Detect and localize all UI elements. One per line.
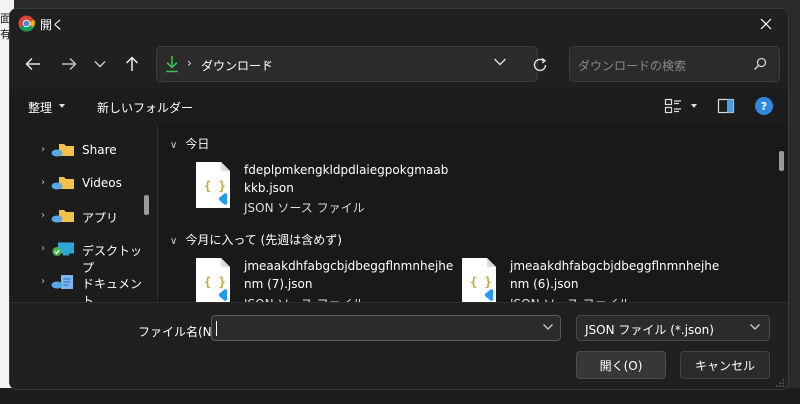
file-name: jmeaakdhfabgcbjdbeggflnmnhejhenm (6).jso… [510,259,720,291]
view-options-icon[interactable] [664,97,682,115]
chevron-right-icon[interactable]: › [41,177,45,188]
chevron-right-icon[interactable]: › [41,276,45,287]
recent-locations-button[interactable] [86,51,114,77]
sidebar-item-label: アプリ [82,211,119,225]
chevron-down-icon[interactable] [542,322,554,332]
open-button[interactable]: 開く(O) [576,351,666,379]
svg-text:{ }: { } [204,275,226,289]
arrow-right-icon [62,57,77,71]
breadcrumb-downloads[interactable]: ダウンロード [201,57,273,74]
open-file-dialog: 開く › ダウンロード › ダウンロードの検索 整理 新しいフォルダー ? › … [9,8,789,390]
sidebar-item-label: Share [82,143,117,157]
back-button[interactable] [19,51,47,77]
file-type-filter[interactable]: JSON ファイル (*.json) [576,315,770,341]
close-icon [760,18,772,30]
sidebar-item-label: Videos [82,176,122,190]
new-folder-button[interactable]: 新しいフォルダー [97,99,193,116]
group-header-this-month[interactable]: ∨ 今月に入って (先週は含めず) [170,231,342,248]
file-name: jmeaakdhfabgcbjdbeggflnmnhejhenm (7).jso… [244,259,454,291]
sidebar-item-apps[interactable]: › アプリ [10,201,145,231]
json-file-icon: { } [196,258,230,304]
arrow-left-icon [25,57,40,71]
file-item[interactable]: { } fdeplpmkengkldpdlaiegpokgmaabkkb.jso… [194,161,454,221]
search-box[interactable]: ダウンロードの検索 [569,46,780,82]
chevron-right-icon[interactable]: › [41,243,45,254]
breadcrumb-separator: › [187,56,192,70]
search-icon [753,57,767,71]
file-list-scrollbar[interactable] [779,151,784,171]
search-placeholder: ダウンロードの検索 [578,59,687,73]
file-type: JSON ソース ファイル [244,201,365,215]
title-bar: 開く [10,9,788,39]
chevron-down-icon [94,61,106,68]
group-header-label: 今月に入って (先週は含めず) [185,233,342,247]
sidebar-scrollbar[interactable] [144,195,149,215]
sidebar-item-documents[interactable]: › ドキュメント [10,267,145,308]
file-name: fdeplpmkengkldpdlaiegpokgmaabkkb.json [244,163,449,195]
filter-value: JSON ファイル (*.json) [585,323,714,337]
address-bar[interactable]: › ダウンロード › [156,46,538,82]
chevron-right-icon[interactable]: › [41,144,45,155]
svg-text:{ }: { } [470,275,492,289]
download-icon [166,56,178,73]
filename-label: ファイル名(N): [138,325,221,339]
group-header-today[interactable]: ∨ 今日 [170,135,209,152]
group-header-label: 今日 [185,137,210,151]
cancel-button[interactable]: キャンセル [680,351,770,379]
svg-text:{ }: { } [204,179,226,193]
cloud-folder-icon [51,177,74,190]
command-bar: 整理 新しいフォルダー ? [10,89,788,125]
window-title: 開く [40,18,65,32]
refresh-icon [533,57,547,72]
documents-icon [51,275,73,289]
chevron-right-icon[interactable]: › [41,210,45,221]
text-cursor [216,321,217,336]
filename-input[interactable] [211,315,561,341]
caret-down-icon [59,104,65,108]
navigation-bar: › ダウンロード › ダウンロードの検索 [10,39,788,89]
background-taskbar-area [0,388,800,404]
close-button[interactable] [744,9,788,39]
sidebar-item-videos[interactable]: › Videos [10,168,145,198]
cloud-folder-icon [51,144,74,157]
navigation-pane: › Share › Videos › アプリ › デスクトップ › ドキュメント [10,125,157,308]
file-list: ∨ 今日 { } fdeplpmkengkldpdlaiegpokgmaabkkb… [158,125,788,311]
chrome-icon [18,15,35,32]
resize-grip-icon[interactable] [776,379,784,387]
chevron-down-icon [750,324,760,330]
forward-button[interactable] [55,51,83,77]
caret-down-icon[interactable] [691,104,697,108]
sidebar-item-share[interactable]: › Share [10,135,145,165]
up-button[interactable] [118,51,146,77]
breadcrumb-separator[interactable]: › [265,56,270,70]
chevron-down-icon[interactable] [493,57,507,67]
dialog-footer: ファイル名(N): JSON ファイル (*.json) 開く(O) キャンセル [10,302,788,389]
chevron-down-icon: ∨ [170,140,178,151]
json-file-icon: { } [196,162,230,208]
cloud-folder-icon [51,210,74,223]
chevron-down-icon: ∨ [170,236,178,247]
json-file-icon: { } [462,258,496,304]
arrow-up-icon [125,56,139,71]
help-button[interactable]: ? [755,97,773,115]
sidebar-item-desktop[interactable]: › デスクトップ [10,234,145,275]
refresh-button[interactable] [526,52,554,78]
desktop-synced-icon [52,242,74,256]
organize-button[interactable]: 整理 [28,99,52,116]
preview-pane-icon[interactable] [717,97,735,115]
